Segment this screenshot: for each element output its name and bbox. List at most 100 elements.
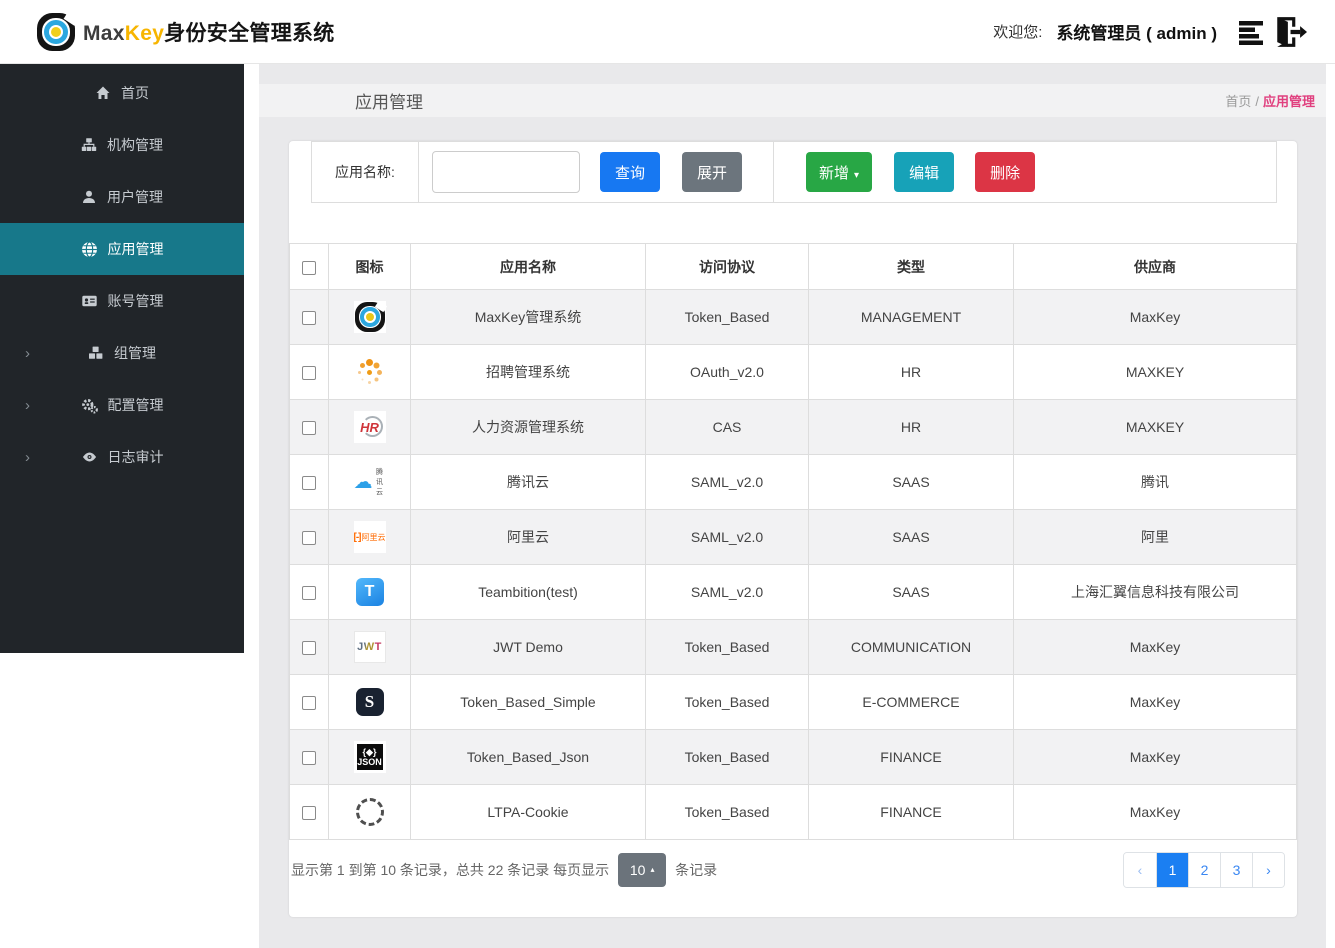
sidebar-item-label: 日志审计 xyxy=(107,449,164,465)
protocol-cell: SAML_v2.0 xyxy=(645,509,809,565)
brand-word-cn: 身份安全管理系统 xyxy=(164,21,335,45)
table-row[interactable]: Teambition(test) SAML_v2.0 SAAS 上海汇翼信息科技… xyxy=(289,564,1297,620)
records-summary-suffix: 条记录 xyxy=(675,861,718,878)
row-checkbox[interactable] xyxy=(302,531,316,546)
table-row[interactable]: MaxKey管理系统 Token_Based MANAGEMENT MaxKey xyxy=(289,289,1297,345)
apps-table: 图标 应用名称 访问协议 类型 供应商 MaxKey管理系统 Token_Bas… xyxy=(289,243,1297,840)
search-toolbar: 应用名称: 查询 展开 新增 ▾ 编辑 删除 xyxy=(311,141,1277,203)
app-name-input[interactable] xyxy=(432,151,580,193)
sidebar-nav: 首页 机构管理 用户管理 应用管理 账号管理 › 组管理 › 配置管理 › 日志… xyxy=(0,64,244,653)
recruit-app-icon xyxy=(353,356,386,388)
row-checkbox[interactable] xyxy=(302,476,316,491)
type-cell: SAAS xyxy=(808,564,1014,620)
json-app-icon xyxy=(353,741,386,773)
chevron-right-icon: › xyxy=(25,396,30,414)
sidebar-item-label: 组管理 xyxy=(114,345,156,361)
teambition-icon xyxy=(353,576,386,608)
query-button[interactable]: 查询 xyxy=(600,152,661,192)
main-area: 应用管理 首页 / 应用管理 应用名称: 查询 展开 新增 ▾ 编辑 删除 图标… xyxy=(244,64,1335,948)
app-name-cell: MaxKey管理系统 xyxy=(410,289,646,345)
page-title: 应用管理 xyxy=(355,93,423,112)
row-checkbox[interactable] xyxy=(302,311,316,326)
page-number-group: ‹ 1 2 3 › xyxy=(1123,851,1285,888)
add-button[interactable]: 新增 ▾ xyxy=(806,152,873,192)
brand-word-key: Key xyxy=(124,21,165,45)
list-icon[interactable] xyxy=(1237,18,1267,46)
table-row[interactable]: 阿里云 SAML_v2.0 SAAS 阿里 xyxy=(289,509,1297,565)
vendor-cell: MaxKey xyxy=(1013,729,1297,785)
sidebar-item-users[interactable]: 用户管理 xyxy=(0,171,244,223)
app-name-cell: LTPA-Cookie xyxy=(410,784,646,840)
table-row[interactable]: 腾讯云 SAML_v2.0 SAAS 腾讯 xyxy=(289,454,1297,510)
type-cell: E-COMMERCE xyxy=(808,674,1014,730)
sidebar-item-config[interactable]: › 配置管理 xyxy=(0,379,244,431)
home-icon xyxy=(95,85,111,101)
vendor-cell: MaxKey xyxy=(1013,784,1297,840)
table-row[interactable]: 人力资源管理系统 CAS HR MAXKEY xyxy=(289,399,1297,455)
vendor-cell: MaxKey xyxy=(1013,674,1297,730)
breadcrumb: 首页 / 应用管理 xyxy=(1225,91,1315,110)
protocol-cell: CAS xyxy=(645,399,809,455)
table-header-row: 图标 应用名称 访问协议 类型 供应商 xyxy=(289,243,1297,290)
protocol-cell: Token_Based xyxy=(645,674,809,730)
sidebar-item-audit[interactable]: › 日志审计 xyxy=(0,431,244,483)
pagination-bar: 显示第 1 到第 10 条记录，总共 22 条记录 每页显示 10 ▴ 条记录 ‹… xyxy=(291,840,1285,899)
type-cell: SAAS xyxy=(808,454,1014,510)
protocol-cell: OAuth_v2.0 xyxy=(645,344,809,400)
sidebar-item-home[interactable]: 首页 xyxy=(0,67,244,119)
table-row[interactable]: 招聘管理系统 OAuth_v2.0 HR MAXKEY xyxy=(289,344,1297,400)
table-row[interactable]: LTPA-Cookie Token_Based FINANCE MaxKey xyxy=(289,784,1297,840)
current-user: 系统管理员 ( admin ) xyxy=(1056,24,1217,43)
row-checkbox[interactable] xyxy=(302,586,316,601)
breadcrumb-separator: / xyxy=(1255,94,1259,109)
protocol-cell: Token_Based xyxy=(645,619,809,675)
app-name-cell: JWT Demo xyxy=(410,619,646,675)
select-all-checkbox[interactable] xyxy=(302,260,316,275)
prev-page-button[interactable]: ‹ xyxy=(1124,852,1156,887)
expand-button[interactable]: 展开 xyxy=(682,152,743,192)
delete-button[interactable]: 删除 xyxy=(975,152,1036,192)
sidebar-item-org[interactable]: 机构管理 xyxy=(0,119,244,171)
col-header-protocol: 访问协议 xyxy=(645,243,809,290)
sidebar-item-apps[interactable]: 应用管理 xyxy=(0,223,244,275)
table-row[interactable]: Token_Based_Json Token_Based FINANCE Max… xyxy=(289,729,1297,785)
sidebar-item-label: 用户管理 xyxy=(107,189,163,205)
breadcrumb-home-link[interactable]: 首页 xyxy=(1225,94,1251,109)
row-checkbox[interactable] xyxy=(302,421,316,436)
next-page-button[interactable]: › xyxy=(1252,852,1284,887)
page-button-3[interactable]: 3 xyxy=(1220,852,1252,887)
sidebar-item-accounts[interactable]: 账号管理 xyxy=(0,275,244,327)
sidebar-item-label: 机构管理 xyxy=(107,137,163,153)
type-cell: HR xyxy=(808,344,1014,400)
col-header-icon: 图标 xyxy=(328,243,411,290)
content-background: 应用管理 首页 / 应用管理 应用名称: 查询 展开 新增 ▾ 编辑 删除 图标… xyxy=(259,64,1326,948)
type-cell: FINANCE xyxy=(808,729,1014,785)
id-card-icon xyxy=(81,293,98,309)
page-size-select[interactable]: 10 ▴ xyxy=(618,852,667,887)
logout-icon[interactable] xyxy=(1271,15,1309,49)
col-header-type: 类型 xyxy=(808,243,1014,290)
row-checkbox[interactable] xyxy=(302,751,316,766)
table-row[interactable]: JWT Demo Token_Based COMMUNICATION MaxKe… xyxy=(289,619,1297,675)
type-cell: MANAGEMENT xyxy=(808,289,1014,345)
row-checkbox[interactable] xyxy=(302,696,316,711)
user-icon xyxy=(81,189,97,205)
type-cell: SAAS xyxy=(808,509,1014,565)
header-right: 欢迎您: 系统管理员 ( admin ) xyxy=(993,15,1309,49)
search-field-label: 应用名称: xyxy=(312,142,419,202)
page-button-1[interactable]: 1 xyxy=(1156,852,1188,887)
edit-button[interactable]: 编辑 xyxy=(894,152,955,192)
type-cell: FINANCE xyxy=(808,784,1014,840)
page-button-2[interactable]: 2 xyxy=(1188,852,1220,887)
row-checkbox[interactable] xyxy=(302,806,316,821)
row-checkbox[interactable] xyxy=(302,641,316,656)
sidebar-item-groups[interactable]: › 组管理 xyxy=(0,327,244,379)
eye-icon xyxy=(81,449,98,465)
col-header-name: 应用名称 xyxy=(410,243,646,290)
vendor-cell: MaxKey xyxy=(1013,289,1297,345)
table-row[interactable]: Token_Based_Simple Token_Based E-COMMERC… xyxy=(289,674,1297,730)
hr-app-icon xyxy=(353,411,386,443)
row-checkbox[interactable] xyxy=(302,366,316,381)
protocol-cell: Token_Based xyxy=(645,289,809,345)
protocol-cell: SAML_v2.0 xyxy=(645,454,809,510)
